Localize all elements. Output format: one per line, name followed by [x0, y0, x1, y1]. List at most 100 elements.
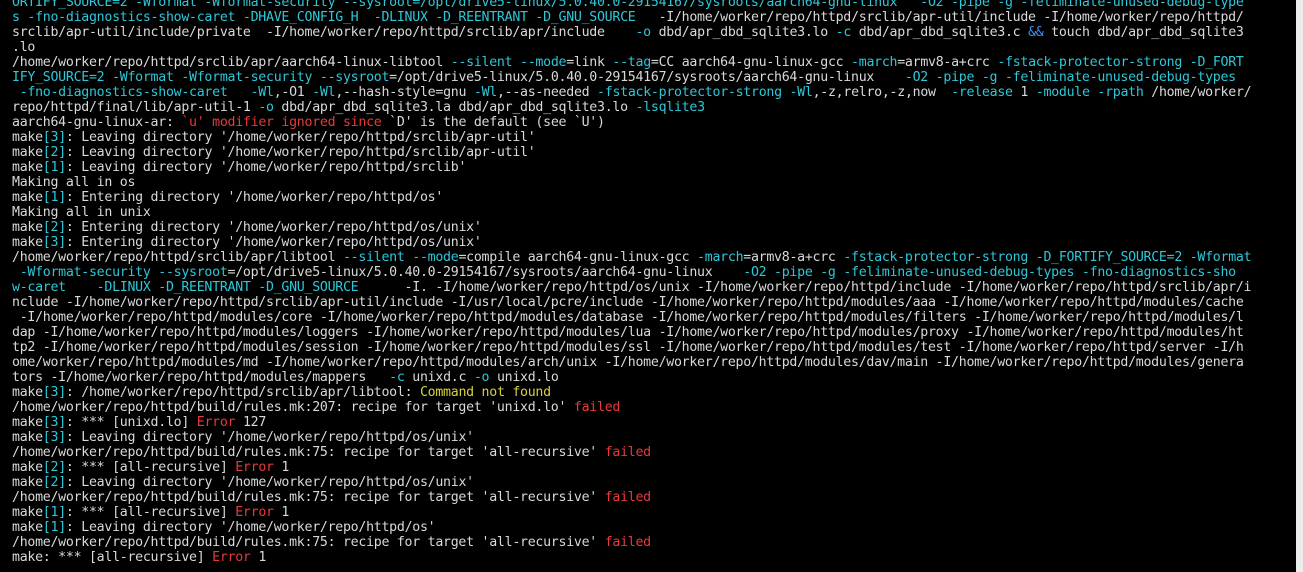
terminal-text-segment: -march — [697, 250, 744, 265]
terminal-text-segment: make — [12, 220, 43, 235]
terminal-text-segment: =/opt/drive5-linux/5.0.40.0-29154167/sys… — [389, 70, 905, 85]
terminal-line: make[1]: Entering directory '/home/worke… — [12, 190, 1296, 205]
terminal-lines: ORTIFY_SOURCE=2 -Wformat -Wformat-securi… — [12, 0, 1296, 565]
terminal-line: repo/httpd/final/lib/apr-util-1 -o dbd/a… — [12, 100, 1296, 115]
terminal-text-segment: [3] — [42, 235, 66, 250]
terminal-line: IFY_SOURCE=2 -Wformat -Wformat-security … — [12, 70, 1296, 85]
terminal-text-segment: -release — [951, 85, 1013, 100]
terminal-text-segment: =CC aarch64-gnu-linux-gcc — [650, 55, 852, 70]
terminal-text-segment: ,-O1 — [273, 85, 313, 100]
terminal-text-segment: [1] — [42, 520, 66, 535]
terminal-text-segment: -fstack-protector-strong -Wl — [597, 85, 813, 100]
terminal-line: /home/worker/repo/httpd/build/rules.mk:7… — [12, 490, 1296, 505]
terminal-line: make[2]: Leaving directory '/home/worker… — [12, 145, 1296, 160]
terminal-text-segment: make — [12, 475, 43, 490]
terminal-text-segment: -O2 -pipe -g -feliminate-unused-debug-ty… — [897, 0, 1244, 10]
terminal-text-segment: failed — [573, 400, 621, 415]
terminal-text-segment: dap -I/home/worker/repo/httpd/modules/lo… — [12, 325, 1244, 340]
terminal-text-segment: =armv8-a+crc — [743, 250, 844, 265]
terminal-line: /home/worker/repo/httpd/srclib/apr/libto… — [12, 250, 1296, 265]
terminal-text-segment: -I/home/worker/repo/httpd/srclib/apr-uti… — [635, 10, 1244, 25]
terminal-text-segment: make: *** [all-recursive] — [12, 550, 213, 565]
terminal-text-segment: IFY_SOURCE=2 -Wformat -Wformat-security … — [12, 70, 390, 85]
terminal-text-segment: [1] — [42, 505, 66, 520]
terminal-line: make: *** [all-recursive] Error 1 — [12, 550, 1296, 565]
terminal-text-segment: [2] — [42, 460, 66, 475]
terminal-line: nclude -I/home/worker/repo/httpd/srclib/… — [12, 295, 1296, 310]
terminal-line: make[1]: Leaving directory '/home/worker… — [12, 160, 1296, 175]
terminal-line: make[1]: Leaving directory '/home/worker… — [12, 520, 1296, 535]
terminal-text-segment: : Entering directory '/home/worker/repo/… — [65, 235, 482, 250]
terminal-text-segment: failed — [604, 445, 651, 460]
terminal-text-segment: /home/worker/repo/httpd/srclib/apr/aarch… — [12, 55, 451, 70]
terminal-text-segment: tp2 -I/home/worker/repo/httpd/modules/se… — [12, 340, 1244, 355]
terminal-text-segment: ,-z,relro,-z,now — [812, 85, 952, 100]
terminal-text-segment: -Wformat-security --sysroot — [12, 265, 228, 280]
terminal-text-segment: srclib/apr-util/include/private -I/home/… — [12, 25, 636, 40]
terminal-text-segment: /home/worker/repo/httpd/build/rules.mk:7… — [12, 445, 605, 460]
terminal-text-segment: make — [12, 460, 43, 475]
terminal-text-segment: make — [12, 130, 43, 145]
terminal-text-segment: : Leaving directory '/home/worker/repo/h… — [65, 520, 436, 535]
terminal-text-segment: =compile aarch64-gnu-linux-gcc — [458, 250, 698, 265]
terminal-text-segment: make — [12, 520, 43, 535]
terminal-text-segment: Error — [212, 550, 251, 565]
terminal-text-segment: dbd/apr_dbd_sqlite3.la dbd/apr_dbd_sqlit… — [273, 100, 636, 115]
terminal-text-segment: Making all in os — [12, 175, 136, 190]
terminal-line: Making all in unix — [12, 205, 1296, 220]
terminal-text-segment: [2] — [42, 220, 66, 235]
terminal-line: make[3]: Leaving directory '/home/worker… — [12, 130, 1296, 145]
vertical-scrollbar[interactable] — [1296, 0, 1303, 572]
terminal-text-segment: [3] — [42, 130, 66, 145]
terminal-text-segment: [2] — [42, 475, 66, 490]
terminal-text-segment: [1] — [42, 190, 66, 205]
terminal-text-segment: 127 — [235, 415, 267, 430]
terminal-text-segment: /home/worker/ — [1143, 85, 1252, 100]
terminal-text-segment: make — [12, 430, 43, 445]
terminal-line: Making all in os — [12, 175, 1296, 190]
terminal-text-segment: unixd.c — [404, 370, 474, 385]
terminal-line: make[3]: Leaving directory '/home/worker… — [12, 430, 1296, 445]
terminal-text-segment: /home/worker/repo/httpd/build/rules.mk:2… — [12, 400, 574, 415]
terminal-text-segment: Error — [235, 460, 274, 475]
terminal-text-segment: make — [12, 235, 43, 250]
terminal-text-segment: --silent --mode — [342, 250, 459, 265]
terminal-text-segment: [1] — [42, 160, 66, 175]
terminal-text-segment: 1 — [273, 505, 290, 520]
terminal-text-segment: make — [12, 190, 43, 205]
terminal-text-segment: make — [12, 160, 43, 175]
terminal-line: ORTIFY_SOURCE=2 -Wformat -Wformat-securi… — [12, 0, 1296, 10]
terminal-line: make[3]: *** [unixd.lo] Error 127 — [12, 415, 1296, 430]
terminal-line: ome/worker/repo/httpd/modules/md -I/home… — [12, 355, 1296, 370]
terminal-text-segment: ORTIFY_SOURCE=2 -Wformat -Wformat-securi… — [12, 0, 898, 10]
terminal-line: make[3]: Entering directory '/home/worke… — [12, 235, 1296, 250]
terminal-text-segment: : *** [unixd.lo] — [65, 415, 197, 430]
terminal-text-segment: 1 — [1012, 85, 1036, 100]
terminal-text-segment: /home/worker/repo/httpd/build/rules.mk:7… — [12, 535, 605, 550]
terminal-text-segment: -I. -I/home/worker/repo/httpd/os/unix -I… — [358, 280, 1252, 295]
terminal-line: make[3]: /home/worker/repo/httpd/srclib/… — [12, 385, 1296, 400]
terminal-text-segment: =armv8-a+crc — [897, 55, 998, 70]
terminal-line: s -fno-diagnostics-show-caret -DHAVE_CON… — [12, 10, 1296, 25]
terminal-text-segment: -o — [635, 25, 651, 40]
terminal-text-segment: -O2 -pipe -g -feliminate-unused-debug-ty… — [743, 265, 1236, 280]
terminal-text-segment: -I/home/worker/repo/httpd/modules/core -… — [12, 310, 1244, 325]
terminal-text-segment: -lsqlite3 — [635, 100, 706, 115]
terminal-text-segment: --tag — [612, 55, 651, 70]
terminal-line: aarch64-gnu-linux-ar: `u' modifier ignor… — [12, 115, 1296, 130]
terminal-text-segment: [2] — [42, 145, 66, 160]
terminal-text-segment: =/opt/drive5-linux/5.0.40.0-29154167/sys… — [227, 265, 744, 280]
terminal-line: dap -I/home/worker/repo/httpd/modules/lo… — [12, 325, 1296, 340]
terminal-text-segment: .lo — [12, 40, 36, 55]
terminal-text-segment: -o — [473, 370, 490, 385]
terminal-text-segment: `D' is the default (see `U') — [381, 115, 605, 130]
terminal-text-segment: =link — [566, 55, 613, 70]
terminal-line: /home/worker/repo/httpd/build/rules.mk:7… — [12, 445, 1296, 460]
terminal-text-segment: make — [12, 145, 43, 160]
terminal-line: -fno-diagnostics-show-caret -Wl,-O1 -Wl,… — [12, 85, 1296, 100]
terminal-text-segment: -fno-diagnostics-show-caret -Wl — [12, 85, 274, 100]
terminal-output[interactable]: ORTIFY_SOURCE=2 -Wformat -Wformat-securi… — [0, 0, 1296, 572]
terminal-text-segment: make — [12, 505, 43, 520]
terminal-text-segment: failed — [604, 535, 651, 550]
terminal-text-segment: 1 — [250, 550, 267, 565]
